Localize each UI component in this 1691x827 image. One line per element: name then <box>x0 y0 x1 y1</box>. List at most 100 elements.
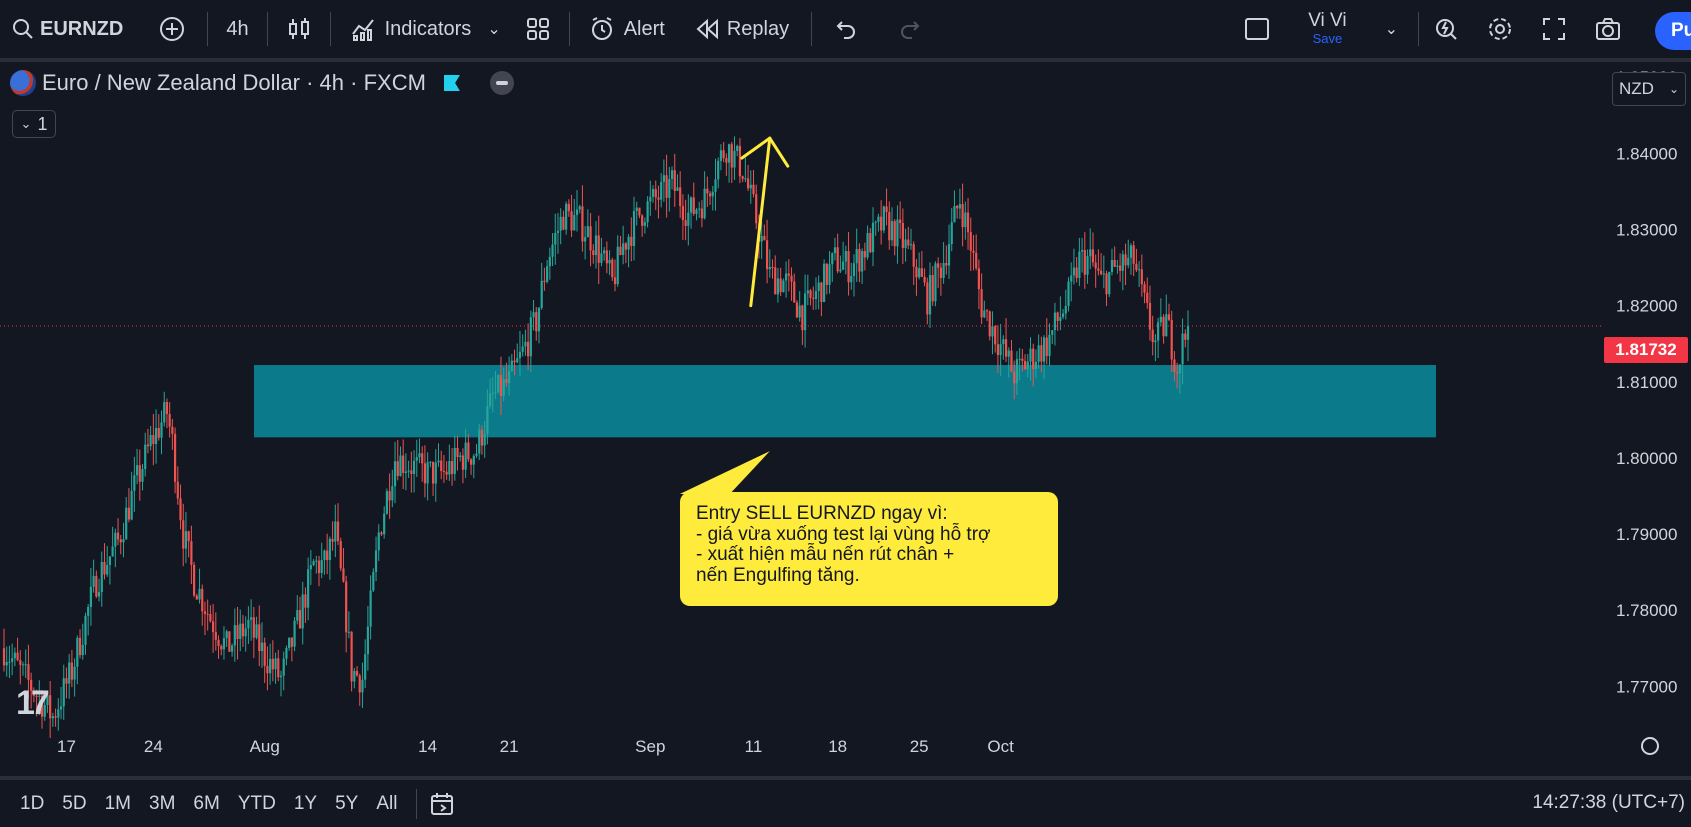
candle-body <box>201 588 204 612</box>
candle-body <box>258 624 261 652</box>
candle-body <box>317 560 321 574</box>
candle-body <box>657 197 660 200</box>
candle-body <box>1018 358 1021 360</box>
candle-body <box>133 475 136 491</box>
range-3m[interactable]: 3M <box>140 793 184 815</box>
range-1y[interactable]: 1Y <box>285 793 326 815</box>
candle-body <box>315 560 318 562</box>
candle-body <box>347 631 350 633</box>
candle-body <box>54 716 57 718</box>
alert-button[interactable]: Alert <box>570 0 679 58</box>
candle-body <box>793 281 796 303</box>
range-5y[interactable]: 5Y <box>326 793 367 815</box>
candle-body <box>1070 275 1073 282</box>
candle-body <box>562 216 565 230</box>
candle-body <box>638 207 641 216</box>
candle-body <box>331 538 334 542</box>
candle-body <box>869 233 872 253</box>
templates-button[interactable] <box>507 0 569 58</box>
candle-body <box>187 531 190 542</box>
candle-body <box>380 532 383 535</box>
callout-tail <box>679 451 770 494</box>
candle-body <box>918 268 921 278</box>
collapse-indicators-button[interactable]: ⌄ 1 <box>12 110 56 138</box>
undo-button[interactable] <box>812 0 878 58</box>
candle-body <box>725 158 728 163</box>
candle-body <box>46 695 49 706</box>
candle-body <box>768 267 771 270</box>
candle-body <box>746 178 750 189</box>
candle-body <box>345 581 348 633</box>
candle-body <box>304 594 307 608</box>
range-ytd[interactable]: YTD <box>229 793 285 815</box>
candle-body <box>842 261 845 270</box>
range-6m[interactable]: 6M <box>184 793 228 815</box>
legend-title[interactable]: Euro / New Zealand Dollar · 4h · FXCM <box>42 70 426 96</box>
fullscreen-icon <box>1541 16 1567 42</box>
settings-button[interactable] <box>1473 0 1527 58</box>
chart-type-button[interactable] <box>268 0 330 58</box>
publish-button[interactable]: Pu <box>1655 12 1691 50</box>
interval-button[interactable]: 4h <box>208 0 266 58</box>
candle-body <box>11 658 14 662</box>
candle-body <box>464 442 467 470</box>
candle-body <box>540 280 543 308</box>
layout-button[interactable] <box>1234 0 1300 58</box>
candle-body <box>119 539 122 543</box>
y-tick-label: 1.82000 <box>1616 297 1677 316</box>
candle-body <box>92 575 95 587</box>
candle-body <box>1023 360 1027 370</box>
redo-button[interactable] <box>878 0 944 58</box>
candle-body <box>749 184 752 189</box>
candle-body <box>695 209 698 214</box>
candle-body <box>266 665 269 674</box>
candle-body <box>494 391 497 393</box>
candle-body <box>847 251 850 283</box>
candle-body <box>804 293 807 331</box>
candle-body <box>833 247 837 254</box>
clock-timezone[interactable]: 14:27:38 (UTC+7) <box>1532 792 1685 814</box>
layout-dropdown[interactable]: ⌄ <box>1355 0 1418 58</box>
annotation-callout[interactable]: Entry SELL EURNZD ngay vì: - giá vừa xuố… <box>680 492 1058 606</box>
range-1m[interactable]: 1M <box>96 793 140 815</box>
goto-date-icon[interactable] <box>429 791 455 817</box>
candle-body <box>603 250 606 254</box>
range-all[interactable]: All <box>367 793 406 815</box>
indicators-button[interactable]: Indicators <box>331 0 482 58</box>
candle-body <box>928 275 932 315</box>
minus-icon[interactable] <box>489 71 514 95</box>
candle-body <box>366 626 369 655</box>
compare-button[interactable] <box>137 0 207 58</box>
symbol-search[interactable]: EURNZD <box>0 0 137 58</box>
currency-selector[interactable]: NZD ⌄ <box>1612 72 1686 106</box>
candle-body <box>1021 358 1024 361</box>
quick-search-button[interactable] <box>1419 0 1473 58</box>
candle-body <box>141 469 144 482</box>
candle-body <box>646 201 649 223</box>
save-layout-button[interactable]: Vi Vi Save <box>1300 0 1354 58</box>
candle-body <box>1186 326 1190 340</box>
templates-icon <box>525 16 551 42</box>
candle-body <box>616 246 619 285</box>
range-5d[interactable]: 5D <box>53 793 95 815</box>
flag-tag-icon[interactable] <box>443 75 460 91</box>
candle-body <box>665 175 668 198</box>
price-chart[interactable]: 1.850001.840001.830001.820001.810001.800… <box>0 62 1691 776</box>
candle-body <box>434 462 437 484</box>
candle-body <box>127 507 131 520</box>
candle-body <box>765 240 769 270</box>
candle-body <box>874 221 877 223</box>
indicators-dropdown[interactable]: ⌄ <box>481 0 506 58</box>
candle-body <box>163 402 166 423</box>
range-1d[interactable]: 1D <box>0 793 53 815</box>
fullscreen-button[interactable] <box>1527 0 1581 58</box>
candle-body <box>472 455 475 465</box>
axis-settings-icon[interactable] <box>1641 737 1659 755</box>
candle-body <box>882 206 885 231</box>
replay-button[interactable]: Replay <box>679 0 811 58</box>
candle-body <box>885 206 888 213</box>
candle-body <box>744 178 747 180</box>
candle-body <box>820 282 823 302</box>
candle-body <box>65 678 68 684</box>
candle-body <box>719 150 723 161</box>
